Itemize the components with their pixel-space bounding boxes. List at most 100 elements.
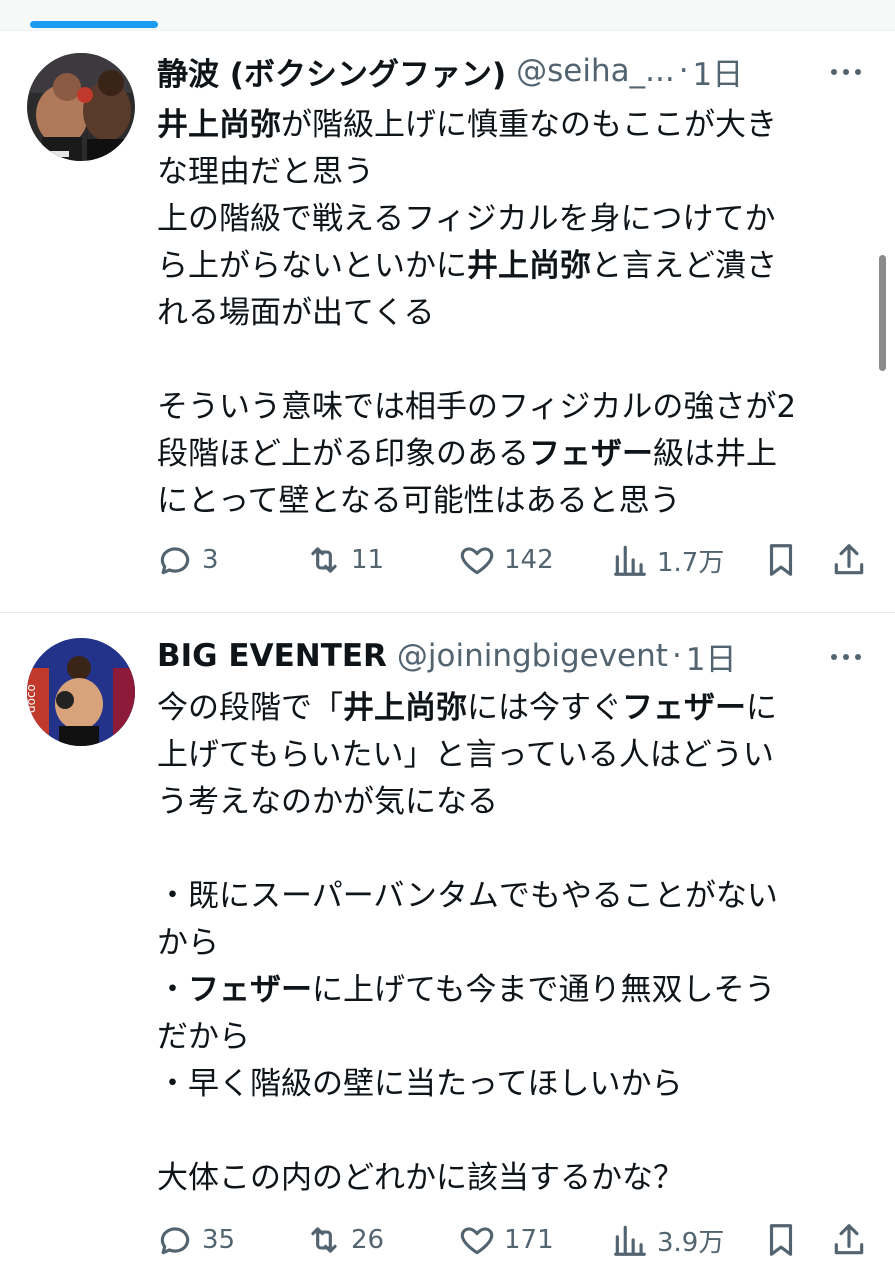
tweet-text-line: 大体この内のどれかに該当するかな？ bbox=[157, 1155, 879, 1202]
user-handle[interactable]: @seiha_... bbox=[516, 53, 675, 89]
bookmark-button[interactable] bbox=[762, 535, 800, 585]
tweet-text-line: 上の階級で戦えるフィジカルを身につけてか bbox=[157, 196, 879, 243]
retweet-button[interactable]: 11 bbox=[305, 535, 384, 585]
reply-icon bbox=[160, 547, 190, 575]
views-button[interactable]: 3.9万 bbox=[611, 1215, 724, 1265]
tweet-text-segment: と言えど潰さ bbox=[591, 248, 777, 284]
tweet-text-line: ・フェザーに上げても今まで通り無双しそう bbox=[157, 967, 879, 1014]
tweet-text-segment: 段階ほど上がる印象のある bbox=[157, 436, 529, 472]
tweet-text-segment: ・ bbox=[157, 972, 188, 1008]
display-name[interactable]: 静波 (ボクシングファン) bbox=[157, 49, 506, 94]
tweet-text-segment: 級は井上 bbox=[653, 436, 777, 472]
tweet-text-segment: 上げてもらいたい」と言っている人はどうい bbox=[157, 737, 774, 773]
tweet-text-bold-segment: フェザー bbox=[622, 690, 746, 726]
tweet-text-segment: そういう意味では相手のフィジカルの強さが2 bbox=[157, 389, 797, 425]
like-button[interactable]: 171 bbox=[458, 1215, 554, 1265]
tweet-text-line: ・既にスーパーバンタムでもやることがない bbox=[157, 873, 879, 920]
more-icon[interactable] bbox=[829, 651, 863, 663]
tweet-text-blank-line bbox=[157, 1108, 879, 1155]
bookmark-icon bbox=[769, 1224, 793, 1256]
tweet[interactable]: 静波 (ボクシングファン) @seiha_... · 1日 井上尚弥が階級上げに… bbox=[0, 30, 895, 613]
retweet-count: 11 bbox=[351, 545, 385, 575]
separator-dot: · bbox=[671, 638, 682, 674]
share-icon bbox=[834, 544, 864, 575]
tweet-text-bold-segment: 井上尚弥 bbox=[343, 690, 467, 726]
views-icon bbox=[614, 1225, 646, 1256]
views-count: 3.9万 bbox=[657, 1227, 725, 1258]
reply-icon bbox=[160, 1227, 190, 1255]
timestamp[interactable]: 1日 bbox=[686, 634, 737, 679]
tweet[interactable]: doco BIG EVENTER @joiningbigevent · 1日 今… bbox=[0, 613, 895, 1280]
tweet-text-line: にとって壁となる可能性はあると思う bbox=[157, 478, 879, 525]
share-button[interactable] bbox=[830, 535, 868, 585]
tweet-text: 井上尚弥が階級上げに慎重なのもここが大き な理由だと思う 上の階級で戦えるフィジカル… bbox=[157, 102, 879, 525]
separator-dot: · bbox=[678, 53, 689, 89]
share-button[interactable] bbox=[830, 1215, 868, 1265]
tweet-text-segment: に bbox=[746, 690, 777, 726]
like-button[interactable]: 142 bbox=[458, 535, 554, 585]
tweet-text-segment: 上の階級で戦えるフィジカルを身につけてか bbox=[157, 201, 776, 237]
tweet-text-line: 段階ほど上がる印象のあるフェザー級は井上 bbox=[157, 431, 879, 478]
tweet-text-bold-segment: 井上尚弥 bbox=[467, 248, 591, 284]
tweet-text-bold-segment: フェザー bbox=[529, 436, 653, 472]
retweet-icon bbox=[311, 547, 337, 573]
tweet-text-segment: には今すぐ bbox=[467, 690, 622, 726]
tweet-text-line: な理由だと思う bbox=[157, 149, 879, 196]
tweet-text-segment: から bbox=[157, 925, 219, 961]
retweet-icon bbox=[311, 1227, 337, 1253]
tweet-text-line: そういう意味では相手のフィジカルの強さが2 bbox=[157, 384, 879, 431]
reply-button[interactable]: 3 bbox=[156, 535, 219, 585]
tweet-text-line: から bbox=[157, 920, 879, 967]
tweet-text-bold-segment: フェザー bbox=[188, 972, 312, 1008]
tweet-text-line: れる場面が出てくる bbox=[157, 290, 879, 337]
tweet-text-bold-segment: 井上尚弥 bbox=[157, 107, 281, 143]
tweet-text-line: だから bbox=[157, 1014, 879, 1061]
tweet-text-blank-line bbox=[157, 337, 879, 384]
tweet-text-line: ・早く階級の壁に当たってほしいから bbox=[157, 1061, 879, 1108]
display-name[interactable]: BIG EVENTER bbox=[157, 638, 387, 674]
bookmark-button[interactable] bbox=[762, 1215, 800, 1265]
reply-count: 3 bbox=[202, 545, 219, 575]
avatar[interactable]: doco bbox=[27, 638, 135, 746]
tweet-text-segment: 大体この内のどれかに該当するかな？ bbox=[157, 1160, 684, 1196]
reply-button[interactable]: 35 bbox=[156, 1215, 235, 1265]
tweet-text-segment: にとって壁となる可能性はあると思う bbox=[157, 483, 681, 519]
like-icon bbox=[460, 547, 494, 575]
timestamp[interactable]: 1日 bbox=[693, 49, 744, 94]
views-button[interactable]: 1.7万 bbox=[611, 535, 724, 585]
tweet-text: 今の段階で「井上尚弥には今すぐフェザーに 上げてもらいたい」と言っている人はどうい… bbox=[157, 685, 879, 1202]
tweet-text-segment: ら上がらないといかに bbox=[157, 248, 467, 284]
more-icon[interactable] bbox=[829, 66, 863, 78]
avatar[interactable] bbox=[27, 53, 135, 161]
views-icon bbox=[614, 545, 646, 576]
like-count: 171 bbox=[504, 1225, 554, 1255]
tweet-text-line: ら上がらないといかに井上尚弥と言えど潰さ bbox=[157, 243, 879, 290]
tweet-text-line: 今の段階で「井上尚弥には今すぐフェザーに bbox=[157, 685, 879, 732]
reply-count: 35 bbox=[202, 1225, 236, 1255]
like-count: 142 bbox=[504, 545, 554, 575]
like-icon bbox=[460, 1227, 494, 1255]
tweet-actions: 3 11 142 1.7万 bbox=[0, 535, 895, 585]
user-handle[interactable]: @joiningbigevent bbox=[397, 638, 668, 674]
tweet-header: 静波 (ボクシングファン) @seiha_... · 1日 bbox=[157, 49, 835, 94]
tweet-text-line: う考えなのかが気になる bbox=[157, 779, 879, 826]
retweet-button[interactable]: 26 bbox=[305, 1215, 384, 1265]
tweet-text-segment: に上げても今まで通り無双しそう bbox=[312, 972, 776, 1008]
tweet-text-segment: だから bbox=[157, 1019, 250, 1055]
tweet-header: BIG EVENTER @joiningbigevent · 1日 bbox=[157, 634, 835, 679]
top-tab-bar bbox=[0, 0, 895, 31]
tweet-text-segment: ・早く階級の壁に当たってほしいから bbox=[157, 1066, 683, 1102]
retweet-count: 26 bbox=[351, 1225, 385, 1255]
bookmark-icon bbox=[769, 544, 793, 576]
tweet-text-segment: な理由だと思う bbox=[157, 154, 374, 190]
tweet-text-segment: う考えなのかが気になる bbox=[157, 784, 498, 820]
tweet-text-segment: が階級上げに慎重なのもここが大き bbox=[281, 107, 777, 143]
tab-indicator bbox=[30, 21, 158, 28]
views-count: 1.7万 bbox=[657, 547, 725, 578]
tweet-actions: 35 26 171 3.9万 bbox=[0, 1215, 895, 1265]
tweet-text-segment: 今の段階で「 bbox=[157, 690, 343, 726]
tweet-text-blank-line bbox=[157, 826, 879, 873]
tweet-text-line: 井上尚弥が階級上げに慎重なのもここが大き bbox=[157, 102, 879, 149]
tweet-text-segment: ・既にスーパーバンタムでもやることがない bbox=[157, 878, 778, 914]
share-icon bbox=[834, 1224, 864, 1255]
